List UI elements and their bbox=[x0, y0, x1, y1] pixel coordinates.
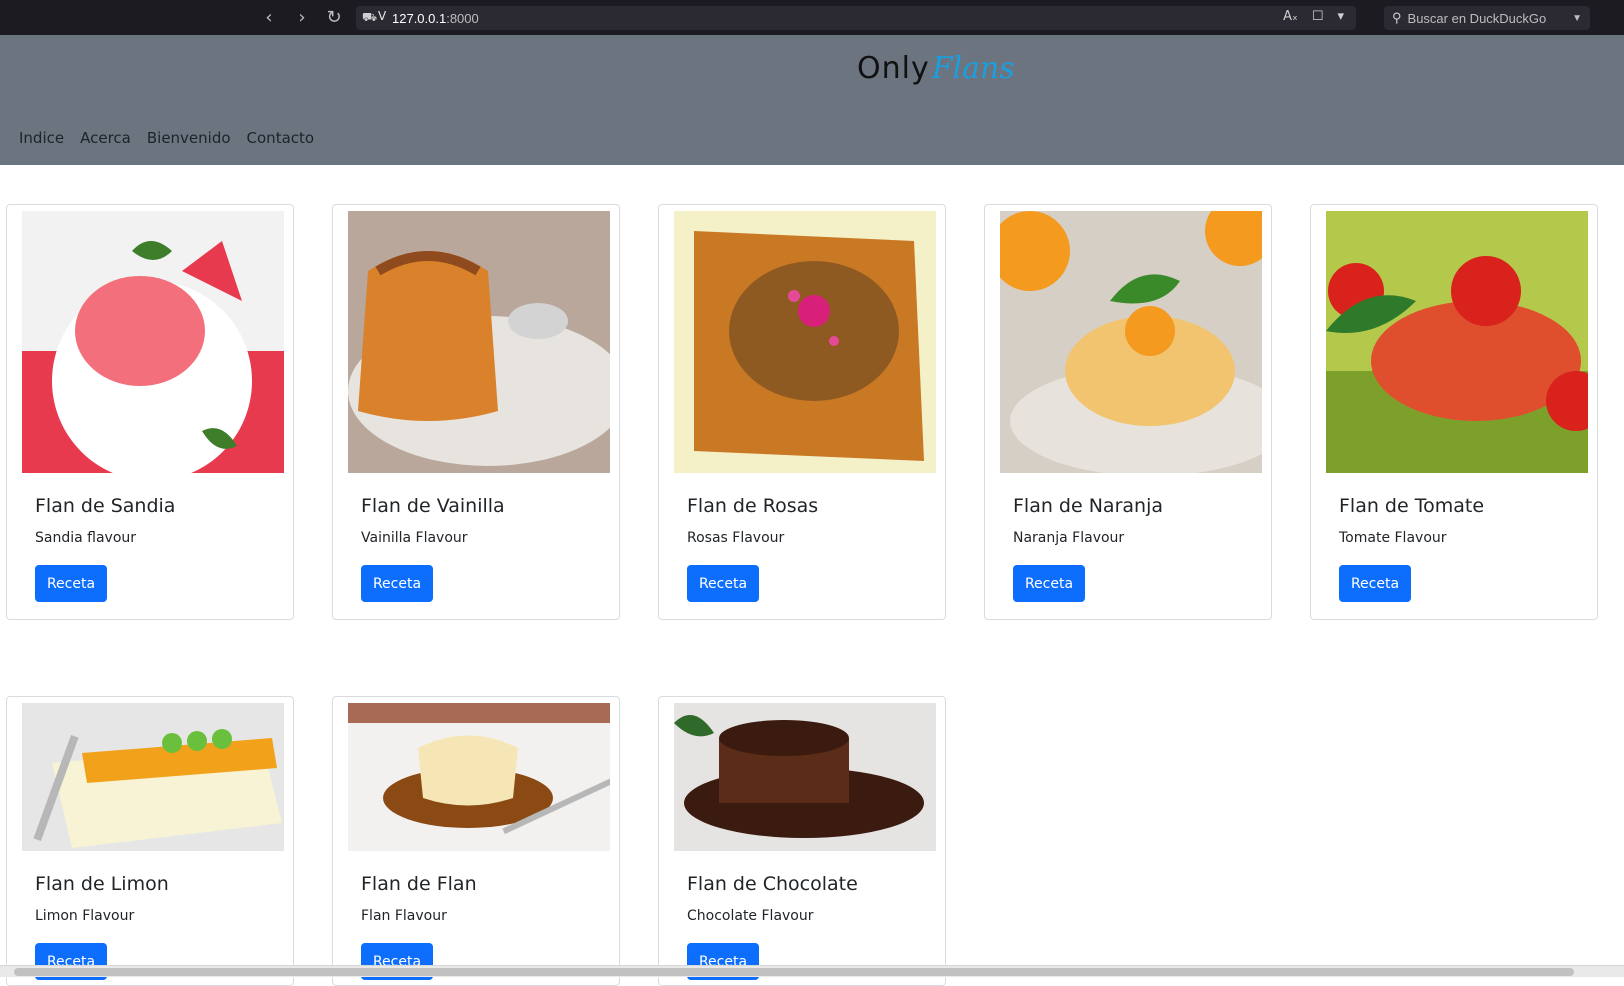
card-description: Limon Flavour bbox=[35, 908, 134, 924]
card-image bbox=[22, 703, 284, 851]
receta-button[interactable]: Receta bbox=[687, 565, 759, 602]
card-description: Rosas Flavour bbox=[687, 530, 784, 546]
card-title: Flan de Sandia bbox=[35, 495, 175, 517]
card-image bbox=[1326, 211, 1588, 473]
site-logo[interactable]: Only Flans bbox=[857, 51, 1015, 91]
card-title: Flan de Chocolate bbox=[687, 873, 858, 895]
back-icon[interactable]: ‹ bbox=[258, 6, 280, 28]
chevron-down-icon[interactable]: ▼ bbox=[1572, 13, 1582, 24]
logo-only-text: Only bbox=[857, 51, 930, 86]
card-image bbox=[1000, 211, 1262, 473]
card-title: Flan de Rosas bbox=[687, 495, 818, 517]
flan-card-rosas: Flan de Rosas Rosas Flavour Receta bbox=[658, 204, 946, 620]
card-title: Flan de Flan bbox=[361, 873, 477, 895]
card-description: Vainilla Flavour bbox=[361, 530, 468, 546]
card-description: Tomate Flavour bbox=[1339, 530, 1447, 546]
receta-button[interactable]: Receta bbox=[35, 565, 107, 602]
search-field[interactable]: ⚲ Buscar en DuckDuckGo ▼ bbox=[1384, 6, 1590, 30]
dropdown-arrow-icon[interactable]: ▾ bbox=[1337, 9, 1344, 24]
receta-button[interactable]: Receta bbox=[361, 565, 433, 602]
logo-flans-text: Flans bbox=[932, 51, 1015, 86]
card-description: Naranja Flavour bbox=[1013, 530, 1124, 546]
vivaldi-icon: V bbox=[378, 9, 386, 23]
card-image bbox=[348, 703, 610, 851]
horizontal-scrollbar[interactable] bbox=[0, 965, 1624, 977]
main-nav: Indice Acerca Bienvenido Contacto bbox=[19, 129, 314, 147]
url-port: :8000 bbox=[446, 11, 479, 26]
flan-card-limon: Flan de Limon Limon Flavour Receta bbox=[6, 696, 294, 986]
nav-link-acerca[interactable]: Acerca bbox=[80, 129, 131, 147]
search-icon: ⚲ bbox=[1392, 10, 1402, 26]
card-image bbox=[22, 211, 284, 473]
flan-card-tomate: Flan de Tomate Tomate Flavour Receta bbox=[1310, 204, 1598, 620]
nav-link-contacto[interactable]: Contacto bbox=[247, 129, 315, 147]
flan-card-chocolate: Flan de Chocolate Chocolate Flavour Rece… bbox=[658, 696, 946, 986]
scrollbar-thumb[interactable] bbox=[14, 968, 1574, 976]
receta-button[interactable]: Receta bbox=[1013, 565, 1085, 602]
receta-button[interactable]: Receta bbox=[1339, 565, 1411, 602]
url-text: 127.0.0.1:8000 bbox=[392, 11, 479, 26]
card-image bbox=[674, 703, 936, 851]
nav-link-indice[interactable]: Indice bbox=[19, 129, 64, 147]
flan-card-flan: Flan de Flan Flan Flavour Receta bbox=[332, 696, 620, 986]
bookmark-icon[interactable]: ☐ bbox=[1312, 9, 1324, 24]
card-description: Chocolate Flavour bbox=[687, 908, 814, 924]
card-image bbox=[348, 211, 610, 473]
card-image bbox=[674, 211, 936, 473]
url-host: 127.0.0.1 bbox=[392, 11, 446, 26]
card-title: Flan de Tomate bbox=[1339, 495, 1484, 517]
shield-icon: ⛟ bbox=[362, 10, 377, 26]
card-description: Sandia flavour bbox=[35, 530, 136, 546]
flan-card-sandia: Flan de Sandia Sandia flavour Receta bbox=[6, 204, 294, 620]
site-header: Only Flans Indice Acerca Bienvenido Cont… bbox=[0, 35, 1624, 165]
forward-icon[interactable]: › bbox=[291, 6, 313, 28]
card-title: Flan de Limon bbox=[35, 873, 169, 895]
translate-icon[interactable]: Aₓ bbox=[1283, 9, 1298, 24]
nav-link-bienvenido[interactable]: Bienvenido bbox=[147, 129, 231, 147]
card-title: Flan de Vainilla bbox=[361, 495, 505, 517]
card-title: Flan de Naranja bbox=[1013, 495, 1163, 517]
card-description: Flan Flavour bbox=[361, 908, 447, 924]
address-bar[interactable]: ⛟ V 127.0.0.1:8000 Aₓ ☐ ▾ bbox=[356, 6, 1356, 30]
reload-icon[interactable]: ↻ bbox=[323, 6, 345, 28]
search-placeholder: Buscar en DuckDuckGo bbox=[1408, 11, 1547, 26]
browser-toolbar: ‹ › ↻ ⛟ V 127.0.0.1:8000 Aₓ ☐ ▾ ⚲ Buscar… bbox=[0, 0, 1624, 35]
flan-card-naranja: Flan de Naranja Naranja Flavour Receta bbox=[984, 204, 1272, 620]
flan-card-vainilla: Flan de Vainilla Vainilla Flavour Receta bbox=[332, 204, 620, 620]
